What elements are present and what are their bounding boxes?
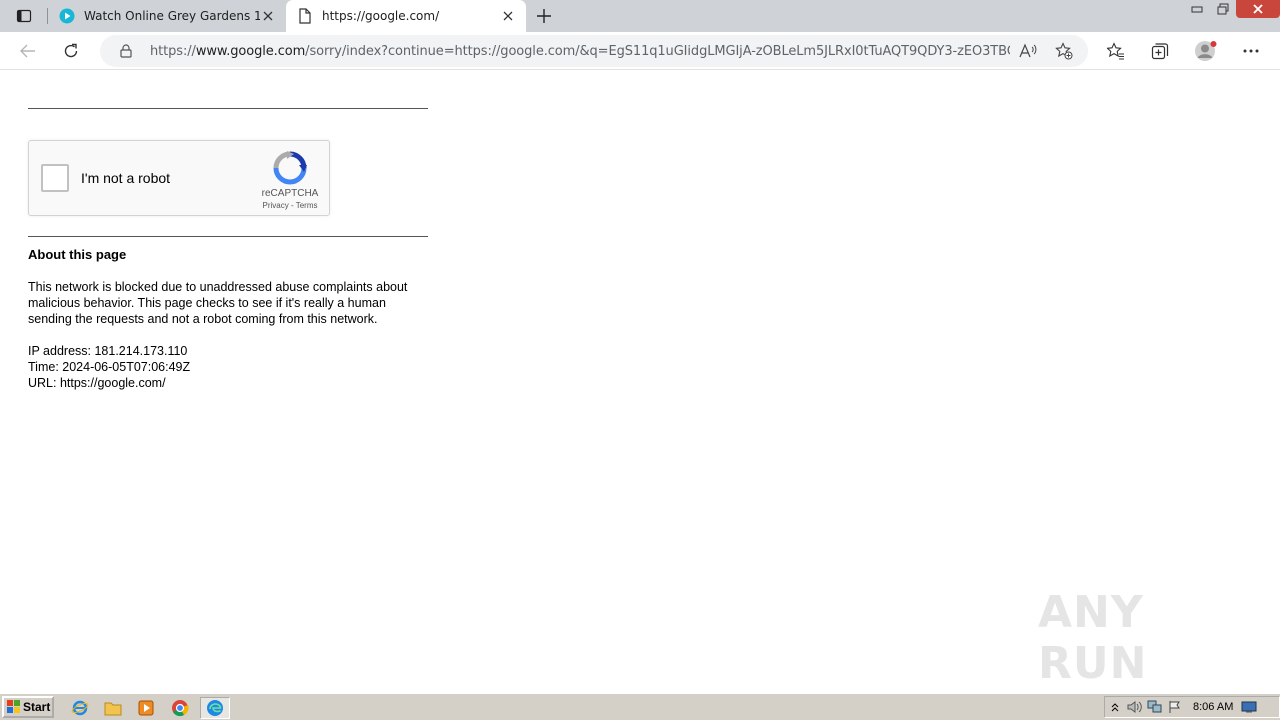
volume-icon[interactable] bbox=[1125, 698, 1145, 716]
new-tab-button[interactable] bbox=[532, 4, 556, 28]
window-controls bbox=[1184, 0, 1280, 18]
close-icon[interactable] bbox=[260, 8, 276, 24]
address-bar[interactable]: https://www.google.com/sorry/index?conti… bbox=[100, 35, 1088, 67]
profile-button[interactable] bbox=[1193, 38, 1219, 64]
taskbar: Start 8:06 AM bbox=[0, 693, 1280, 720]
network-icon[interactable] bbox=[1145, 698, 1165, 716]
link-separator: - bbox=[288, 201, 296, 210]
tab-google[interactable]: https://google.com/ bbox=[286, 0, 526, 32]
request-info: IP address: 181.214.173.110 Time: 2024-0… bbox=[28, 343, 190, 391]
plus-icon bbox=[537, 9, 551, 23]
request-time: Time: 2024-06-05T07:06:49Z bbox=[28, 360, 191, 374]
tab-title: Watch Online Grey Gardens 1975 bbox=[84, 9, 260, 23]
window-close-button[interactable] bbox=[1236, 0, 1280, 18]
taskbar-explorer[interactable] bbox=[101, 697, 125, 719]
url-path: /sorry/index?continue=https://google.com… bbox=[305, 43, 1010, 59]
play-icon bbox=[58, 7, 76, 25]
favorites-icon bbox=[1107, 42, 1124, 60]
back-button[interactable] bbox=[15, 38, 41, 64]
tab-actions-icon bbox=[16, 9, 32, 23]
start-button[interactable]: Start bbox=[2, 696, 54, 718]
recaptcha-checkbox[interactable] bbox=[41, 164, 69, 192]
avatar bbox=[1195, 41, 1217, 61]
system-tray: 8:06 AM bbox=[1104, 696, 1280, 718]
close-icon bbox=[1253, 4, 1263, 14]
lock-icon[interactable] bbox=[118, 43, 134, 59]
settings-more-button[interactable] bbox=[1238, 38, 1264, 64]
url-domain: www.google.com bbox=[195, 43, 306, 59]
flag-icon[interactable] bbox=[1165, 698, 1185, 716]
recaptcha-label: I'm not a robot bbox=[81, 170, 171, 186]
tab-strip: Watch Online Grey Gardens 1975 https://g… bbox=[0, 0, 1280, 32]
minimize-button[interactable] bbox=[1184, 0, 1210, 18]
chrome-icon bbox=[172, 700, 189, 717]
divider bbox=[28, 236, 428, 237]
tab-title: https://google.com/ bbox=[322, 9, 440, 23]
browser-toolbar: https://www.google.com/sorry/index?conti… bbox=[0, 32, 1280, 70]
show-desktop-icon[interactable] bbox=[1239, 698, 1259, 716]
taskbar-chrome[interactable] bbox=[168, 697, 192, 719]
more-icon bbox=[1243, 49, 1259, 53]
privacy-link[interactable]: Privacy bbox=[263, 201, 289, 210]
read-aloud-icon[interactable] bbox=[1018, 41, 1038, 61]
internet-explorer-icon bbox=[71, 700, 89, 716]
terms-link[interactable]: Terms bbox=[296, 201, 318, 210]
about-title: About this page bbox=[28, 247, 127, 262]
clock: 8:06 AM bbox=[1193, 701, 1234, 713]
taskbar-edge[interactable] bbox=[200, 697, 230, 719]
url-prefix: https:// bbox=[150, 43, 196, 59]
arrow-left-icon bbox=[20, 44, 35, 58]
tab-actions-button[interactable] bbox=[0, 0, 48, 32]
taskbar-media-player[interactable] bbox=[134, 697, 158, 719]
address-url[interactable]: https://www.google.com/sorry/index?conti… bbox=[150, 44, 1010, 59]
refresh-icon bbox=[64, 43, 78, 58]
collections-button[interactable] bbox=[1147, 38, 1173, 64]
favorites-button[interactable] bbox=[1103, 38, 1129, 64]
recaptcha-logo-icon bbox=[273, 151, 307, 185]
start-label: Start bbox=[23, 700, 51, 714]
refresh-button[interactable] bbox=[58, 38, 84, 64]
tab-grey-gardens[interactable]: Watch Online Grey Gardens 1975 bbox=[48, 0, 286, 32]
windows-logo-icon bbox=[7, 700, 20, 713]
edge-icon bbox=[207, 700, 223, 716]
restore-button[interactable] bbox=[1210, 0, 1236, 18]
page-icon bbox=[296, 7, 314, 25]
recaptcha-brand: reCAPTCHA bbox=[261, 188, 319, 199]
media-player-icon bbox=[138, 700, 154, 716]
request-url: URL: https://google.com/ bbox=[28, 376, 166, 390]
anyrun-watermark: ANY RUN bbox=[1038, 587, 1148, 689]
about-text: This network is blocked due to unaddress… bbox=[28, 280, 408, 326]
recaptcha-links: Privacy - Terms bbox=[251, 201, 329, 210]
recaptcha-widget: I'm not a robot reCAPTCHA Privacy - Term… bbox=[28, 140, 330, 216]
collections-icon bbox=[1151, 43, 1169, 60]
ip-address: IP address: 181.214.173.110 bbox=[28, 344, 188, 358]
close-icon[interactable] bbox=[500, 8, 516, 24]
folder-icon bbox=[104, 702, 122, 716]
divider bbox=[28, 108, 428, 109]
add-favorite-icon[interactable] bbox=[1054, 41, 1074, 61]
taskbar-ie[interactable] bbox=[68, 697, 92, 719]
tray-expand-icon[interactable] bbox=[1105, 698, 1125, 716]
